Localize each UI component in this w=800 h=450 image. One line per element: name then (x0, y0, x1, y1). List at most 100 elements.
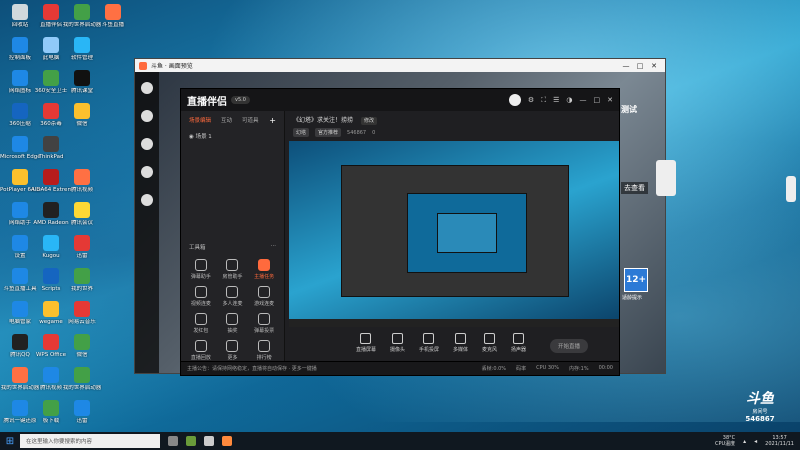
tool-item[interactable]: 弹幕助手 (185, 259, 217, 280)
tool-item[interactable]: 游戏连麦 (248, 286, 280, 307)
tool-label: 视频连麦 (190, 301, 211, 307)
version-badge: v5.0 (231, 96, 250, 104)
preview-taskbar (289, 319, 619, 327)
weibo-icon[interactable] (141, 166, 153, 178)
game-banner-text-2[interactable]: 去查看 (621, 182, 648, 194)
source-control-button[interactable]: 多媒体 (453, 333, 468, 353)
add-scene-button[interactable]: + (269, 116, 276, 125)
close-button[interactable]: ✕ (647, 62, 661, 70)
system-tray: 38°C CPU温度 ▴ ◂ 13:57 2021/11/11 (715, 435, 800, 447)
wechat-icon[interactable] (141, 194, 153, 206)
tool-item[interactable]: 抽奖 (217, 313, 249, 334)
tool-item[interactable]: 多人连麦 (217, 286, 249, 307)
edit-room-button[interactable]: 修改 (360, 117, 377, 125)
douyu-app-icon[interactable] (222, 436, 232, 446)
tool-item[interactable]: 房管助手 (217, 259, 249, 280)
source-control-button[interactable]: 手机投屏 (419, 333, 439, 353)
desktop-icon[interactable]: 微信 (62, 334, 102, 359)
tool-item[interactable]: 更多 (217, 340, 249, 361)
status-metric: 丢帧:0.0% (481, 366, 507, 372)
app-icon (74, 367, 90, 383)
app-header-controls: ⚙ ⛶ ☰ ◑ — □ ✕ (508, 94, 613, 106)
tag-chip[interactable]: 官方推荐 (315, 128, 342, 137)
status-bar: 主播公告：请保持网络稳定，直播将自动保存 · 更多一键播 丢帧:0.0% 码率 CP… (181, 361, 619, 375)
avatar[interactable] (508, 94, 521, 106)
toolbox-header: 工具箱 ··· (189, 243, 276, 251)
chat-icon[interactable] (141, 110, 153, 122)
desktop-icon[interactable]: 软件管理 (62, 37, 102, 62)
fullscreen-icon[interactable]: ⛶ (541, 96, 546, 105)
streaming-app-icon[interactable] (204, 436, 214, 446)
source-control-button[interactable]: 直播屏幕 (356, 333, 376, 353)
taskbar: ⊞ 在这里输入你要搜索的内容 38°C CPU温度 ▴ ◂ 13:57 2021… (0, 432, 800, 450)
source-control-button[interactable]: 摄像头 (390, 333, 405, 353)
desktop-icon[interactable]: 我的世界 (62, 268, 102, 293)
task-view-icon[interactable] (168, 436, 178, 446)
tool-icon (194, 259, 207, 271)
desktop-icon[interactable]: 迅雷 (62, 235, 102, 260)
source-control-button[interactable]: 扬声器 (511, 333, 526, 353)
desktop-icon[interactable]: 微信 (62, 103, 102, 128)
search-placeholder: 在这里输入你要搜索的内容 (26, 439, 93, 445)
app-icon (74, 103, 90, 119)
category-chip[interactable]: 幻塔 (293, 128, 310, 137)
app-icon (12, 268, 28, 284)
app-minimize-button[interactable]: — (580, 96, 587, 104)
desktop-icon[interactable]: 迅雷 (62, 400, 102, 425)
menu-icon[interactable]: ☰ (553, 96, 559, 104)
game-app-icon[interactable] (186, 436, 196, 446)
tool-label: 抽奖 (227, 328, 238, 334)
desktop-icon[interactable]: 斗鱼直播 (93, 4, 133, 29)
app-icon (12, 70, 28, 86)
desktop-icon[interactable]: 腾讯会议 (62, 202, 102, 227)
app-close-button[interactable]: ✕ (607, 96, 613, 104)
tool-item[interactable]: 弹幕投票 (248, 313, 280, 334)
desktop-icon[interactable]: 腾讯视频 (62, 169, 102, 194)
scene-item[interactable]: ◉ 场景 1 (181, 130, 284, 142)
tool-item[interactable]: 视频连麦 (185, 286, 217, 307)
desktop-icon[interactable]: ThinkPad (31, 136, 71, 161)
app-icon (43, 37, 59, 53)
tool-item[interactable]: 直播回放 (185, 340, 217, 361)
more-tools-button[interactable]: ··· (271, 243, 276, 251)
tab-props[interactable]: 可道具 (242, 116, 259, 125)
settings-icon[interactable]: ⚙ (528, 96, 534, 104)
maximize-button[interactable]: □ (633, 62, 647, 70)
go-live-button[interactable]: 开始直播 (550, 339, 589, 353)
tool-item[interactable]: 排行榜 (248, 340, 280, 361)
taskbar-search[interactable]: 在这里输入你要搜索的内容 (20, 434, 160, 448)
control-label: 手机投屏 (418, 347, 439, 353)
cpu-temp-widget[interactable]: 38°C CPU温度 (715, 435, 735, 447)
stream-preview[interactable] (289, 141, 619, 327)
app-icon (12, 37, 28, 53)
tool-icon (194, 286, 207, 298)
tool-label: 更多 (227, 355, 238, 361)
tool-item[interactable]: 发红包 (185, 313, 217, 334)
control-label: 直播屏幕 (355, 347, 376, 353)
volume-icon[interactable]: ◂ (754, 438, 757, 445)
clock[interactable]: 13:57 2021/11/11 (765, 435, 794, 447)
tab-interact[interactable]: 互动 (221, 116, 232, 125)
home-icon[interactable] (141, 82, 153, 94)
tab-scene-edit[interactable]: 场景编辑 (189, 116, 211, 125)
side-panel-handle[interactable] (656, 160, 676, 196)
desktop-edge-handle[interactable] (786, 176, 796, 202)
minimize-button[interactable]: — (619, 62, 633, 70)
app-icon (74, 4, 90, 20)
app-icon (43, 268, 59, 284)
preview-window-titlebar[interactable]: 斗鱼 · 画面预览 — □ ✕ (135, 59, 665, 72)
theme-icon[interactable]: ◑ (566, 96, 572, 104)
control-icon (484, 333, 495, 344)
control-icon (454, 333, 466, 344)
start-button[interactable]: ⊞ (0, 436, 20, 447)
app-maximize-button[interactable]: □ (594, 96, 601, 104)
desktop-icon[interactable]: 网易云音乐 (62, 301, 102, 326)
network-icon[interactable]: ▴ (743, 438, 746, 445)
tool-item[interactable]: 主播任务 (248, 259, 280, 280)
user-icon[interactable] (141, 138, 153, 150)
tool-icon (194, 340, 207, 352)
source-control-button[interactable]: 麦克风 (482, 333, 497, 353)
tool-icon (258, 313, 271, 325)
desktop-icon[interactable]: 腾讯课堂 (62, 70, 102, 95)
desktop-icon[interactable]: 我的世界启动器 (62, 367, 102, 392)
